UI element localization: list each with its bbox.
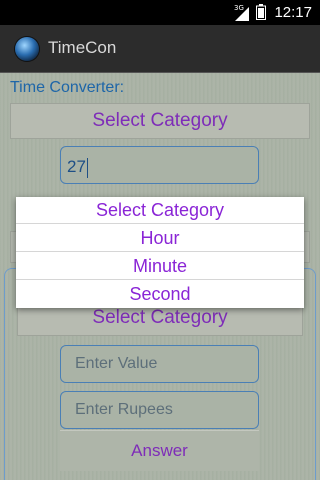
enter-value-input[interactable]: Enter Value — [60, 345, 259, 383]
action-bar: TimeCon — [0, 25, 320, 73]
section-label: Time Converter: — [10, 79, 125, 96]
app-title: TimeCon — [48, 38, 117, 57]
signal-3g-icon: 3G — [234, 4, 249, 21]
battery-icon — [256, 4, 266, 20]
dropdown-option-second[interactable]: Second — [16, 281, 304, 308]
svg-text:3G: 3G — [234, 4, 244, 12]
dropdown-option-hour[interactable]: Hour — [16, 225, 304, 252]
text-cursor — [86, 157, 88, 178]
clock: 12:17 — [274, 4, 312, 21]
dropdown-option-minute[interactable]: Minute — [16, 253, 304, 280]
dropdown-option-select-category[interactable]: Select Category — [16, 197, 304, 224]
value-input-text: 27 — [67, 157, 86, 176]
value-input[interactable]: 27 — [60, 146, 259, 184]
answer-button[interactable]: Answer — [60, 430, 259, 471]
status-bar: 3G 12:17 — [0, 0, 320, 25]
app-globe-icon[interactable] — [15, 37, 39, 61]
category-dropdown: Select Category Hour Minute Second — [16, 197, 304, 308]
enter-rupees-input[interactable]: Enter Rupees — [60, 391, 259, 429]
category-spinner[interactable]: Select Category — [10, 103, 310, 139]
